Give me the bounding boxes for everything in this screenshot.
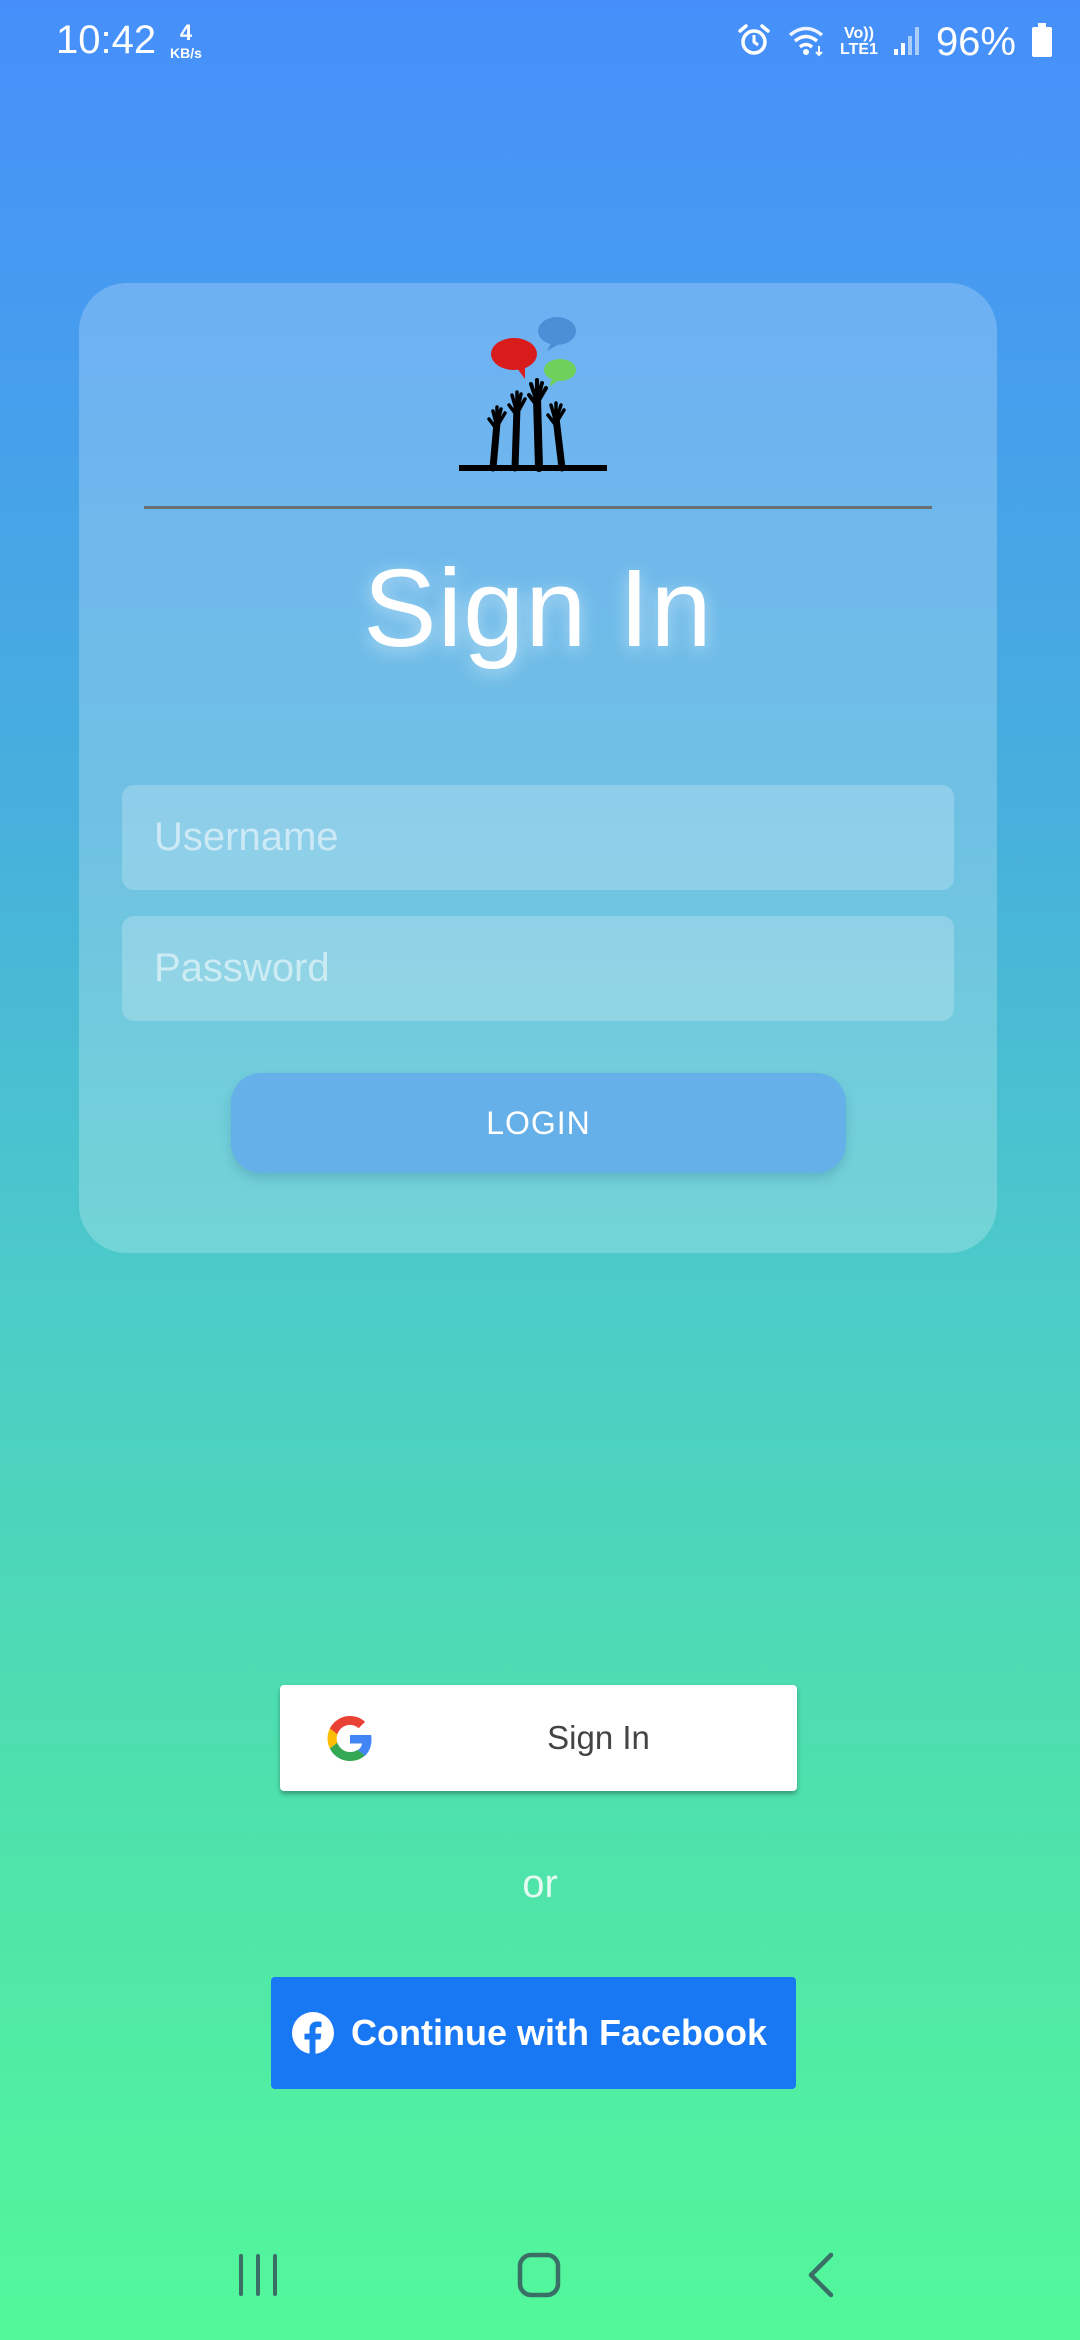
status-icons: Vo)) LTE1 96% — [736, 18, 1054, 66]
lte-top-label: Vo)) — [844, 25, 874, 42]
network-speed: 4 KB/s — [166, 20, 206, 61]
recent-apps-icon — [239, 2254, 277, 2296]
network-speed-value: 4 — [179, 20, 193, 45]
facebook-icon — [291, 2011, 335, 2055]
facebook-login-label: Continue with Facebook — [351, 2012, 768, 2053]
back-button[interactable] — [776, 2240, 866, 2310]
lte-indicator: Vo)) LTE1 — [840, 26, 878, 58]
back-icon — [808, 2252, 834, 2298]
app-logo — [459, 313, 629, 473]
home-icon — [517, 2252, 561, 2298]
google-icon — [326, 1715, 374, 1763]
username-input[interactable] — [122, 785, 954, 890]
or-separator: or — [522, 1862, 558, 1906]
network-speed-unit: KB/s — [170, 45, 202, 61]
battery-percent: 96% — [935, 19, 1016, 64]
login-button[interactable]: LOGIN — [231, 1073, 846, 1173]
home-button[interactable] — [494, 2240, 584, 2310]
wifi-icon — [786, 22, 826, 63]
alarm-icon — [736, 22, 772, 63]
divider — [144, 506, 932, 509]
signal-icon — [892, 23, 922, 62]
page-title: Sign In — [363, 547, 713, 670]
sign-in-card: Sign In LOGIN — [79, 283, 997, 1253]
password-input[interactable] — [122, 916, 954, 1021]
facebook-login-button[interactable]: Continue with Facebook — [271, 1977, 796, 2089]
status-time: 10:42 — [56, 18, 157, 62]
status-bar: 10:42 4 KB/s Vo)) LTE1 96% — [0, 0, 1080, 84]
recent-apps-button[interactable] — [213, 2240, 303, 2310]
battery-icon — [1030, 22, 1054, 63]
google-sign-in-button[interactable]: Sign In — [280, 1685, 797, 1791]
lte-bottom-label: LTE1 — [840, 41, 878, 58]
google-sign-in-label: Sign In — [547, 1719, 650, 1756]
